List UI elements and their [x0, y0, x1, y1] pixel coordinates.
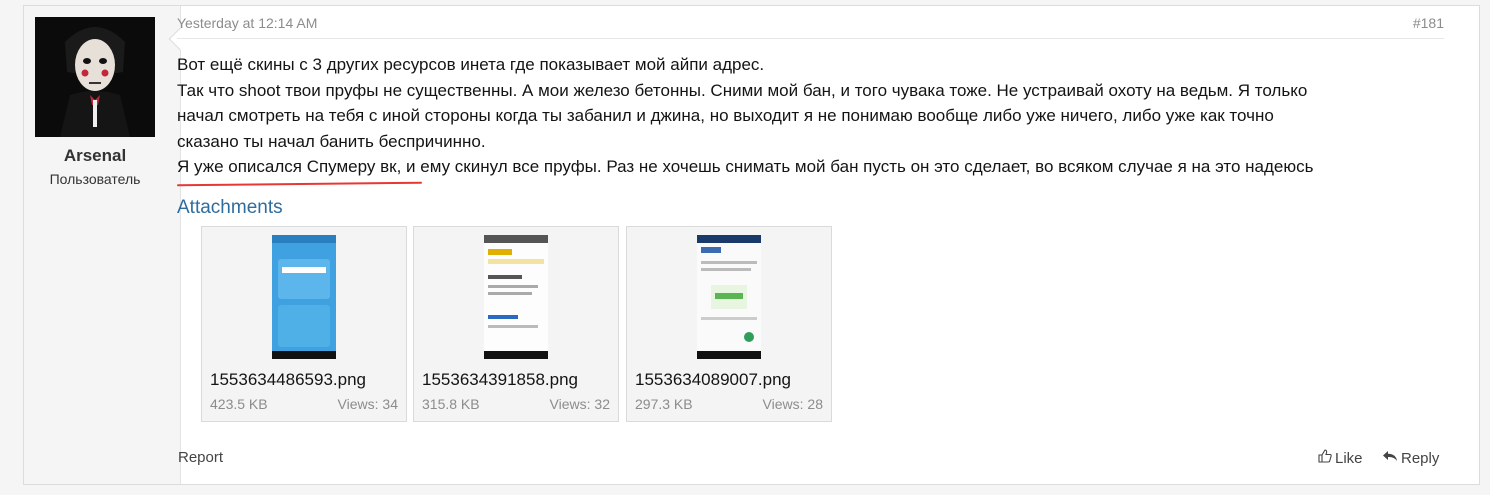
- post-line: начал смотреть на тебя с иной стороны ко…: [177, 106, 1274, 126]
- user-panel: Arsenal Пользователь: [24, 6, 181, 484]
- avatar[interactable]: [35, 17, 155, 137]
- user-title: Пользователь: [49, 171, 141, 187]
- attachment-filename[interactable]: 1553634391858.png: [422, 370, 578, 390]
- attachment-card[interactable]: 1553634486593.png 423.5 KB Views: 34: [201, 226, 407, 422]
- post-line: Так что shoot твои пруфы не существенны.…: [177, 80, 1308, 100]
- post-line: сказано ты начал банить беспричинно.: [177, 131, 486, 151]
- post-body: Вот ещё скины с 3 других ресурсов инета …: [177, 52, 1447, 180]
- username[interactable]: Arsenal: [24, 146, 166, 166]
- like-label: Like: [1335, 449, 1363, 467]
- post-header: Yesterday at 12:14 AM #181: [177, 15, 1444, 39]
- reply-button[interactable]: Reply: [1382, 449, 1439, 467]
- like-button[interactable]: Like: [1318, 449, 1363, 467]
- attachment-thumbnail[interactable]: [272, 235, 336, 359]
- attachment-thumbnail[interactable]: [697, 235, 761, 359]
- post-date[interactable]: Yesterday at 12:14 AM: [177, 15, 317, 31]
- reply-label: Reply: [1401, 449, 1440, 467]
- attachment-filename[interactable]: 1553634089007.png: [635, 370, 791, 390]
- attachment-views: Views: 34: [337, 396, 398, 412]
- attachment-size: 297.3 KB: [635, 396, 693, 412]
- attachment-size: 315.8 KB: [422, 396, 480, 412]
- post-line: Вот ещё скины с 3 других ресурсов инета …: [177, 55, 765, 74]
- attachments-title: Attachments: [177, 197, 283, 218]
- attachment-views: Views: 32: [549, 396, 610, 412]
- attachment-filename[interactable]: 1553634486593.png: [210, 370, 366, 390]
- post-number[interactable]: #181: [1413, 15, 1444, 31]
- reply-arrow-icon: [1382, 449, 1398, 467]
- attachment-views: Views: 28: [762, 396, 823, 412]
- attachment-card[interactable]: 1553634089007.png 297.3 KB Views: 28: [626, 226, 832, 422]
- post-line: Я уже описался Спумеру вк, и ему скинул …: [177, 157, 1314, 177]
- attachment-thumbnail[interactable]: [484, 235, 548, 359]
- thumbs-up-icon: [1318, 449, 1332, 467]
- report-link[interactable]: Report: [178, 449, 223, 466]
- attachment-size: 423.5 KB: [210, 396, 268, 412]
- attachment-card[interactable]: 1553634391858.png 315.8 KB Views: 32: [413, 226, 619, 422]
